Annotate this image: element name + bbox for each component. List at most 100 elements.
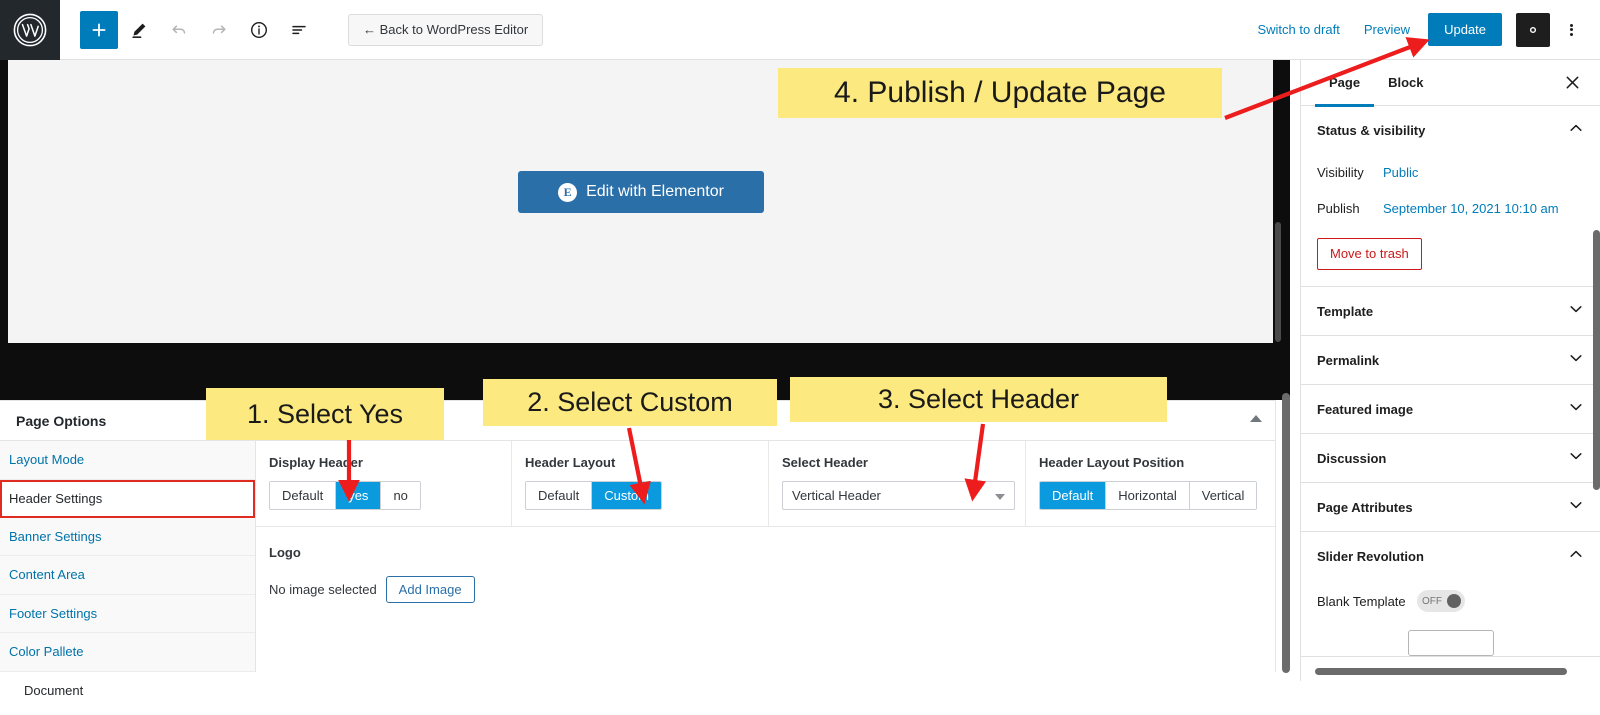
publish-value[interactable]: September 10, 2021 10:10 am bbox=[1383, 201, 1559, 216]
header-position-option-default[interactable]: Default bbox=[1040, 482, 1107, 509]
collapse-panel-toggle[interactable] bbox=[1250, 415, 1262, 422]
sidebar-item-layout-mode[interactable]: Layout Mode bbox=[0, 441, 255, 480]
sidebar-item-footer-settings[interactable]: Footer Settings bbox=[0, 595, 255, 633]
preview-link[interactable]: Preview bbox=[1352, 22, 1422, 37]
sidebar-item-content-area[interactable]: Content Area bbox=[0, 556, 255, 595]
visibility-value[interactable]: Public bbox=[1383, 165, 1418, 180]
panel-featured-image: Featured image bbox=[1301, 385, 1600, 434]
slider-revolution-placeholder-button[interactable] bbox=[1407, 630, 1494, 656]
display-header-button-group: Default yes no bbox=[269, 481, 421, 510]
panel-title: Slider Revolution bbox=[1317, 548, 1424, 564]
panel-title: Page Attributes bbox=[1317, 499, 1413, 515]
close-icon[interactable] bbox=[1558, 69, 1586, 97]
visibility-label: Visibility bbox=[1317, 164, 1364, 180]
add-block-button[interactable] bbox=[80, 10, 118, 49]
pencil-icon[interactable] bbox=[120, 11, 158, 49]
info-icon[interactable] bbox=[240, 11, 278, 49]
nav-label: Banner Settings bbox=[9, 528, 102, 544]
undo-icon[interactable] bbox=[160, 11, 198, 49]
sidebar-item-header-settings[interactable]: Header Settings bbox=[0, 479, 255, 518]
editor-vertical-scrollbar[interactable] bbox=[1282, 393, 1290, 673]
panel-permalink-header[interactable]: Permalink bbox=[1301, 336, 1600, 384]
display-header-option-no[interactable]: no bbox=[381, 482, 420, 509]
chevron-down-icon bbox=[1568, 497, 1584, 518]
select-header-dropdown[interactable]: Vertical Header bbox=[782, 481, 1015, 510]
sidebar-item-color-pallete[interactable]: Color Pallete bbox=[0, 633, 255, 672]
logo-label: Logo bbox=[269, 545, 301, 560]
chevron-up-icon bbox=[1568, 546, 1584, 567]
header-layout-option-custom[interactable]: Custom bbox=[592, 482, 661, 509]
panel-template: Template bbox=[1301, 287, 1600, 336]
publish-row: Publish September 10, 2021 10:10 am bbox=[1301, 190, 1600, 226]
sidebar-item-banner-settings[interactable]: Banner Settings bbox=[0, 518, 255, 556]
kebab-menu-icon[interactable] bbox=[1556, 13, 1586, 47]
list-view-icon[interactable] bbox=[280, 11, 318, 49]
toggle-state-label: OFF bbox=[1422, 595, 1442, 607]
document-label: Document bbox=[24, 683, 84, 698]
panel-title: Discussion bbox=[1317, 450, 1387, 466]
panel-status-visibility: Status & visibility Visibility Public Pu… bbox=[1301, 106, 1600, 287]
select-header-value: Vertical Header bbox=[792, 488, 881, 503]
panel-page-attributes-header[interactable]: Page Attributes bbox=[1301, 483, 1600, 531]
settings-sidebar: Page Block Status & visibility Visibilit… bbox=[1300, 60, 1600, 681]
panel-template-header[interactable]: Template bbox=[1301, 287, 1600, 335]
panel-title: Status & visibility bbox=[1317, 122, 1426, 138]
header-layout-position-field: Header Layout Position Default Horizonta… bbox=[1026, 441, 1275, 527]
header-position-option-horizontal[interactable]: Horizontal bbox=[1106, 482, 1190, 509]
sidebar-vertical-scrollbar[interactable] bbox=[1593, 230, 1600, 490]
chevron-down-icon bbox=[1568, 399, 1584, 420]
update-button[interactable]: Update bbox=[1428, 13, 1502, 46]
nav-label: Layout Mode bbox=[9, 452, 85, 468]
display-header-option-yes[interactable]: yes bbox=[336, 482, 382, 509]
tab-page[interactable]: Page bbox=[1315, 60, 1375, 107]
blank-template-label: Blank Template bbox=[1317, 593, 1406, 609]
panel-title: Template bbox=[1317, 303, 1374, 319]
page-options-content: Display Header Default yes no Header Lay… bbox=[256, 441, 1275, 672]
panel-featured-image-header[interactable]: Featured image bbox=[1301, 385, 1600, 433]
panel-title: Featured image bbox=[1317, 401, 1414, 417]
redo-icon[interactable] bbox=[200, 11, 238, 49]
canvas-vertical-scrollbar[interactable] bbox=[1274, 60, 1282, 343]
chevron-down-icon bbox=[1568, 448, 1584, 469]
panel-slider-revolution-header[interactable]: Slider Revolution bbox=[1301, 532, 1600, 580]
toggle-knob bbox=[1447, 594, 1461, 608]
chevron-down-icon bbox=[1568, 301, 1584, 322]
editor-toolbar: ← Back to WordPress Editor Switch to dra… bbox=[0, 0, 1600, 60]
blank-template-row: Blank Template OFF bbox=[1301, 580, 1600, 630]
add-image-button[interactable]: Add Image bbox=[385, 576, 475, 603]
header-layout-button-group: Default Custom bbox=[525, 481, 662, 510]
switch-to-draft-link[interactable]: Switch to draft bbox=[1245, 22, 1351, 37]
sidebar-horizontal-scrollbar[interactable] bbox=[1315, 668, 1567, 675]
panel-title: Permalink bbox=[1317, 352, 1380, 368]
nav-label: Header Settings bbox=[9, 491, 103, 506]
move-to-trash-button[interactable]: Move to trash bbox=[1317, 238, 1422, 270]
blank-template-toggle[interactable]: OFF bbox=[1417, 590, 1465, 612]
chevron-down-icon bbox=[1568, 350, 1584, 371]
panel-slider-revolution: Slider Revolution Blank Template OFF bbox=[1301, 532, 1600, 657]
panel-discussion: Discussion bbox=[1301, 434, 1600, 483]
header-layout-position-label: Header Layout Position bbox=[1039, 455, 1185, 470]
visibility-row: Visibility Public bbox=[1301, 154, 1600, 190]
display-header-option-default[interactable]: Default bbox=[270, 482, 337, 509]
nav-label: Content Area bbox=[9, 567, 85, 583]
logo-status-text: No image selected bbox=[269, 582, 377, 597]
edit-with-elementor-button[interactable]: E Edit with Elementor bbox=[518, 171, 764, 213]
document-strip: Document bbox=[0, 672, 1276, 715]
panel-discussion-header[interactable]: Discussion bbox=[1301, 434, 1600, 482]
nav-label: Color Pallete bbox=[9, 644, 84, 660]
annotation-step-3: 3. Select Header bbox=[790, 377, 1167, 422]
tab-page-label: Page bbox=[1329, 74, 1361, 90]
header-position-option-vertical[interactable]: Vertical bbox=[1189, 482, 1257, 509]
select-header-label: Select Header bbox=[782, 455, 868, 470]
back-to-wordpress-editor-button[interactable]: ← Back to WordPress Editor bbox=[348, 13, 544, 46]
annotation-step-2: 2. Select Custom bbox=[483, 379, 777, 426]
gear-icon[interactable] bbox=[1516, 12, 1550, 47]
header-layout-label: Header Layout bbox=[525, 455, 616, 470]
tab-block[interactable]: Block bbox=[1374, 60, 1437, 106]
panel-status-visibility-header[interactable]: Status & visibility bbox=[1301, 106, 1600, 154]
header-layout-option-default[interactable]: Default bbox=[526, 482, 593, 509]
page-options-panel: Page Options Layout Mode Header Settings… bbox=[0, 400, 1276, 672]
wordpress-logo-icon[interactable] bbox=[0, 0, 60, 60]
elementor-logo-icon: E bbox=[558, 182, 578, 202]
nav-label: Footer Settings bbox=[9, 605, 98, 621]
